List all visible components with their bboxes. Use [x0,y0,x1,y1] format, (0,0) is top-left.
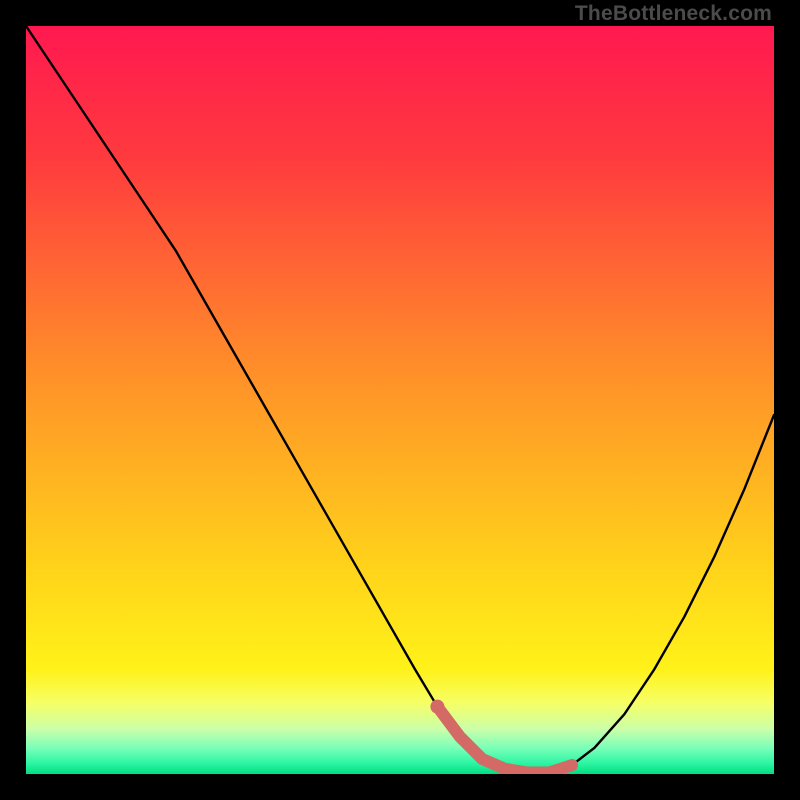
bottleneck-curve [26,26,774,774]
plot-area [26,26,774,774]
watermark-text: TheBottleneck.com [575,2,772,26]
chart-frame: TheBottleneck.com [0,0,800,800]
